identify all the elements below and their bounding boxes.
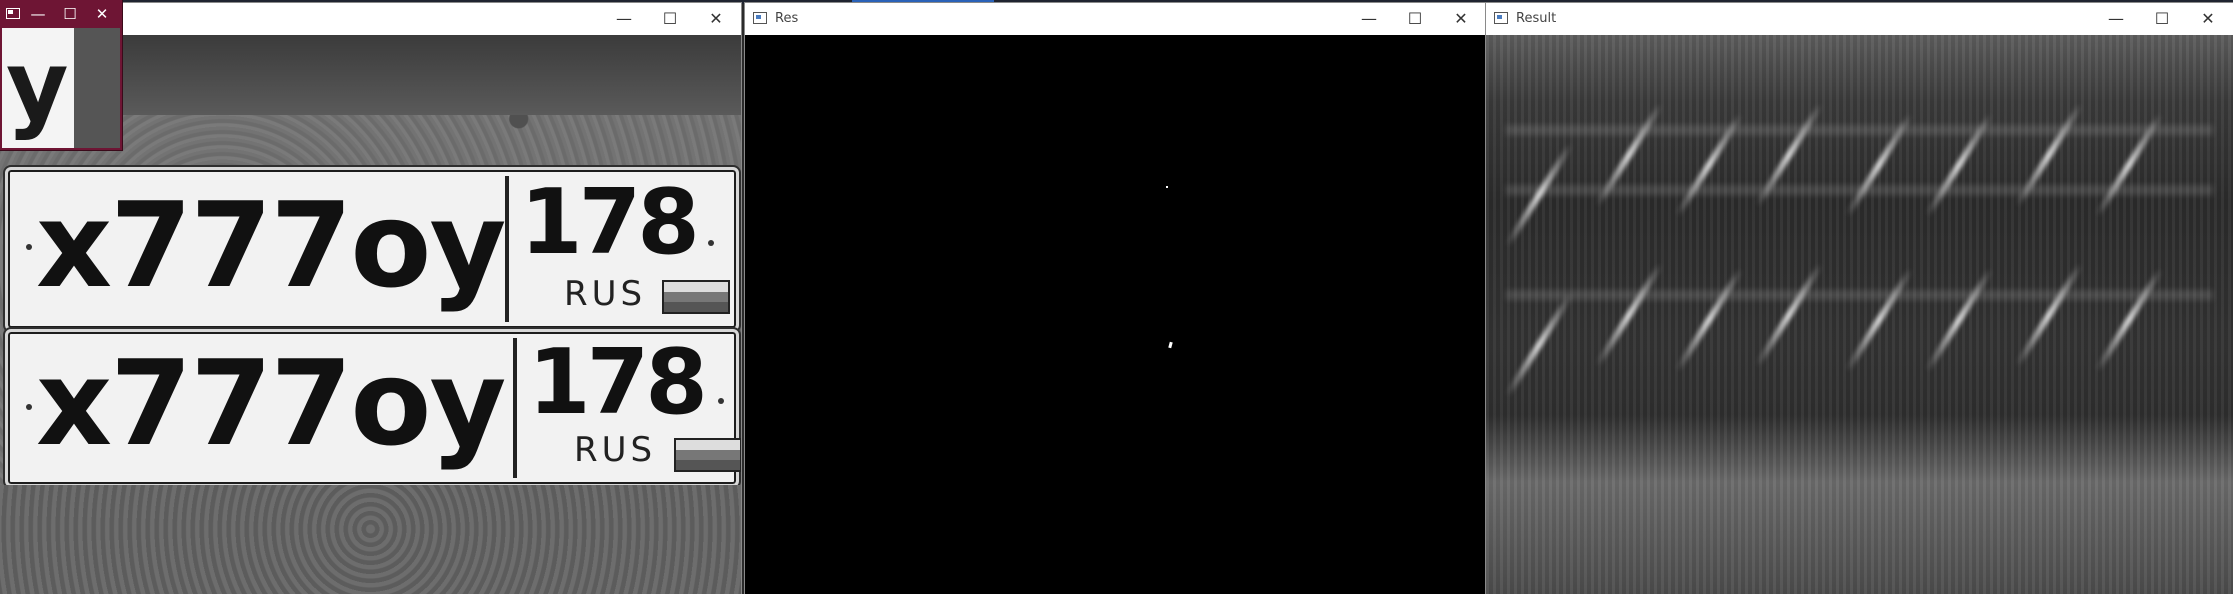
- minimize-button[interactable]: —: [2093, 3, 2139, 35]
- plate-region-code: 178: [520, 170, 700, 275]
- flag-icon: [674, 438, 741, 472]
- match-point: [1166, 186, 1168, 188]
- template-glyph: y: [6, 30, 69, 142]
- plate-region-code: 178: [528, 330, 708, 435]
- license-plate: x777oy 178 RUS: [5, 167, 739, 331]
- window-titlebar[interactable]: Res — ☐ ✕: [745, 3, 1486, 35]
- plate-divider: [505, 176, 509, 322]
- maximize-button[interactable]: ☐: [1392, 3, 1438, 35]
- intensity-band: [1506, 290, 2213, 300]
- wet-road-area: [0, 485, 741, 594]
- window-title: Res: [775, 11, 799, 26]
- minimize-button[interactable]: —: [1346, 3, 1392, 35]
- response-streak: [1504, 292, 1574, 398]
- window-result[interactable]: Result — ☐ ✕: [1486, 3, 2233, 594]
- close-button[interactable]: ✕: [86, 0, 118, 28]
- window-title: Result: [1516, 11, 1557, 26]
- app-window-icon: [1494, 12, 1508, 24]
- match-result-image: [745, 35, 1486, 594]
- plate-bolt: [26, 404, 32, 410]
- response-streak: [1594, 262, 1664, 368]
- plate-bolt: [26, 244, 32, 250]
- template-image: y: [2, 28, 74, 148]
- plate-number: x777oy: [36, 176, 506, 314]
- close-button[interactable]: ✕: [1438, 3, 1484, 35]
- app-window-icon: [753, 12, 767, 24]
- window-titlebar[interactable]: — ☐ ✕: [0, 0, 122, 28]
- maximize-button[interactable]: ☐: [54, 0, 86, 28]
- plate-bolt: [718, 398, 724, 404]
- template-background: [74, 28, 120, 148]
- plate-bolt: [708, 240, 714, 246]
- app-window-icon: [6, 8, 20, 19]
- minimize-button[interactable]: —: [22, 0, 54, 28]
- flag-icon: [662, 280, 730, 314]
- response-streak: [1924, 267, 1994, 373]
- window-titlebar[interactable]: Result — ☐ ✕: [1486, 3, 2233, 35]
- response-streak: [2094, 267, 2164, 373]
- minimize-button[interactable]: —: [601, 3, 647, 35]
- window-template[interactable]: — ☐ ✕ y: [0, 0, 122, 150]
- close-button[interactable]: ✕: [693, 3, 739, 35]
- plate-country: RUS: [574, 430, 657, 470]
- plate-number: x777oy: [36, 334, 506, 472]
- correlation-map-image: [1486, 35, 2233, 594]
- maximize-button[interactable]: ☐: [2139, 3, 2185, 35]
- license-plate: x777oy 178 RUS: [5, 329, 741, 487]
- plate-country: RUS: [564, 274, 647, 314]
- response-streak: [1754, 262, 1824, 368]
- response-streak: [1674, 267, 1744, 373]
- plate-divider: [513, 338, 517, 478]
- response-streak: [1844, 267, 1914, 373]
- match-point: [1168, 341, 1173, 349]
- intensity-band: [1506, 125, 2213, 135]
- response-streak: [1504, 142, 1574, 248]
- window-res[interactable]: Res — ☐ ✕: [745, 3, 1486, 594]
- response-streak: [2014, 262, 2084, 368]
- maximize-button[interactable]: ☐: [647, 3, 693, 35]
- close-button[interactable]: ✕: [2185, 3, 2231, 35]
